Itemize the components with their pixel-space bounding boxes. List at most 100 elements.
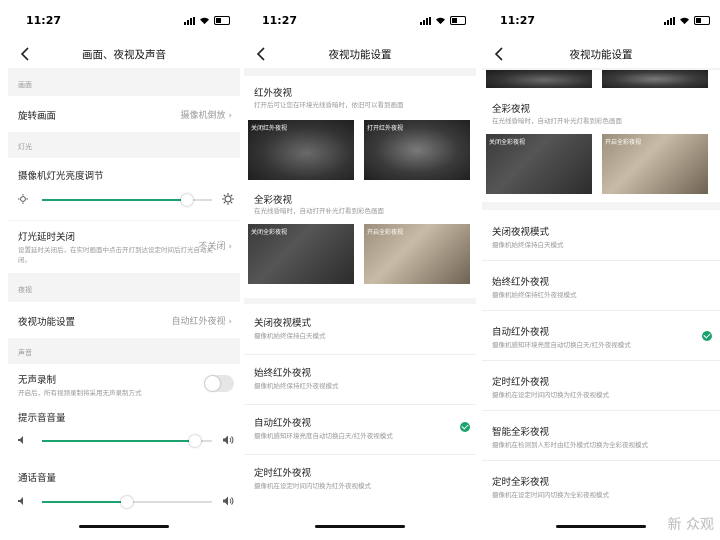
home-indicator (79, 525, 169, 528)
intro-card: 红外夜视 打开后可让您在环境光线昏暗时，依旧可以看到画面 关闭红外夜视 打开红外… (244, 76, 476, 298)
page-title: 夜视功能设置 (328, 49, 392, 61)
section-sound: 声音 (18, 349, 32, 357)
prompt-volume-title: 提示音音量 (18, 413, 66, 424)
prompt-volume-slider[interactable] (42, 435, 212, 447)
ir-on-label: 打开红外夜视 (367, 125, 404, 132)
ir-image-partial (486, 70, 592, 88)
mute-record-toggle[interactable] (204, 375, 234, 392)
prompt-volume-fill (42, 440, 195, 442)
signal-icon (184, 16, 195, 25)
mode-sub: 摄像机在设定时间内切换为红外夜视模式 (492, 391, 609, 399)
call-volume-slider[interactable] (42, 496, 212, 508)
mode-sub: 摄像机始终保持红外夜视模式 (492, 291, 577, 299)
home-indicator (556, 525, 646, 528)
light-delay-row[interactable]: 灯光延时关闭 不关闭 › 设置延时关闭后，在实时画面中点击开灯到达设定时间后灯光… (8, 221, 240, 273)
mute-record-row: 无声录制 开启后，所有视频录制将采用无声录制方式 (8, 364, 240, 404)
nav-bar: 夜视功能设置 (482, 40, 720, 68)
mute-record-sub: 开启后，所有视频录制将采用无声录制方式 (18, 389, 142, 397)
chevron-right-icon: › (228, 242, 232, 252)
chevron-right-icon: › (228, 317, 232, 327)
status-bar: 11:27 (8, 0, 240, 40)
status-icons (664, 16, 710, 25)
section-night: 夜视 (18, 286, 32, 294)
toggle-knob (205, 376, 220, 391)
nav-bar: 夜视功能设置 (244, 40, 476, 68)
mode-sub: 摄像机在检测到人形时由红外模式切换为全彩夜视模式 (492, 441, 648, 449)
section-light: 灯光 (18, 143, 32, 151)
chevron-right-icon: › (228, 111, 232, 121)
color-sub: 在光线昏暗时，自动打开补光灯看到彩色画面 (254, 207, 384, 215)
mode-title: 始终红外夜视 (492, 277, 550, 288)
status-bar: 11:27 (482, 0, 720, 40)
status-time: 11:27 (26, 14, 62, 27)
selected-check-icon (702, 331, 712, 341)
wifi-icon (680, 17, 689, 24)
mode-title: 定时全彩夜视 (492, 477, 550, 488)
night-setting-title: 夜视功能设置 (18, 317, 76, 328)
color-title: 全彩夜视 (492, 104, 531, 115)
status-bar: 11:27 (244, 0, 476, 40)
night-setting-value: 自动红外夜视 › (171, 317, 233, 327)
mode-timed-ir-row[interactable]: 定时红外夜视 摄像机在设定时间内切换为红外夜视模式 (482, 360, 720, 410)
mode-title: 关闭夜视模式 (254, 318, 312, 329)
battery-icon (694, 16, 710, 25)
color-off-label: 关闭全彩夜视 (251, 229, 288, 236)
mode-title: 自动红外夜视 (254, 418, 312, 429)
brightness-low-icon (18, 194, 28, 204)
volume-high-icon (223, 496, 234, 506)
ir-on-image: 打开红外夜视 (364, 120, 470, 180)
mode-auto-ir-row[interactable]: 自动红外夜视 摄像机感知环境亮度自动切换白天/红外夜视模式 (482, 310, 720, 360)
mode-timed-color-row[interactable]: 定时全彩夜视 摄像机在设定时间内切换为全彩夜视模式 (482, 460, 720, 510)
call-volume-fill (42, 501, 127, 503)
mode-always-ir-row[interactable]: 始终红外夜视 摄像机始终保持红外夜视模式 (482, 260, 720, 310)
battery-icon (214, 16, 230, 25)
status-icons (184, 16, 230, 25)
mode-always-ir-row[interactable]: 始终红外夜视 摄像机始终保持红外夜视模式 (244, 354, 476, 404)
signal-icon (664, 16, 675, 25)
page-title: 夜视功能设置 (569, 49, 633, 61)
call-volume-title: 通话音量 (18, 473, 57, 484)
ir-image-partial (602, 70, 708, 88)
rotate-value: 摄像机倒放 › (180, 111, 233, 121)
call-volume-thumb[interactable] (121, 496, 133, 508)
mode-title: 关闭夜视模式 (492, 227, 550, 238)
brightness-high-icon (222, 193, 234, 205)
mode-sub: 摄像机在设定时间内切换为全彩夜视模式 (492, 491, 609, 499)
rotate-row[interactable]: 旋转画面 摄像机倒放 › (8, 96, 240, 132)
ir-off-image: 关闭红外夜视 (248, 120, 354, 180)
mode-auto-ir-row[interactable]: 自动红外夜视 摄像机感知环境亮度自动切换白天/红外夜视模式 (244, 404, 476, 454)
mode-sub: 摄像机始终保持白天模式 (254, 332, 326, 340)
signal-icon (420, 16, 431, 25)
ir-title: 红外夜视 (254, 88, 293, 99)
mode-off-row[interactable]: 关闭夜视模式 摄像机始终保持白天模式 (482, 210, 720, 260)
mode-off-row[interactable]: 关闭夜视模式 摄像机始终保持白天模式 (244, 304, 476, 354)
night-setting-row[interactable]: 夜视功能设置 自动红外夜视 › (8, 302, 240, 338)
intro-card: 全彩夜视 在光线昏暗时，自动打开补光灯看到彩色画面 关闭全彩夜视 开启全彩夜视 (482, 70, 720, 202)
mode-list: 关闭夜视模式 摄像机始终保持白天模式 始终红外夜视 摄像机始终保持红外夜视模式 … (244, 304, 476, 540)
light-delay-title: 灯光延时关闭 (18, 232, 76, 243)
screen-picture-night-sound: 11:27 画面、夜视及声音 画面 旋转画面 摄像机倒放 › 灯光 摄像机灯光亮… (8, 0, 240, 540)
mode-list: 关闭夜视模式 摄像机始终保持白天模式 始终红外夜视 摄像机始终保持红外夜视模式 … (482, 210, 720, 540)
night-vision-settings-2: 11:27 夜视功能设置 全彩夜视 在光线昏暗时，自动打开补光灯看到彩色画面 关… (482, 0, 720, 540)
selected-check-icon (460, 422, 470, 432)
mode-smart-color-row[interactable]: 智能全彩夜视 摄像机在检测到人形时由红外模式切换为全彩夜视模式 (482, 410, 720, 460)
ir-off-label: 关闭红外夜视 (251, 125, 288, 132)
volume-low-icon (18, 436, 23, 444)
volume-high-icon (223, 435, 234, 445)
status-time: 11:27 (262, 14, 298, 27)
brightness-title: 摄像机灯光亮度调节 (18, 171, 104, 182)
color-on-label: 开启全彩夜视 (367, 229, 404, 236)
mode-title: 定时红外夜视 (492, 377, 550, 388)
brightness-slider-thumb[interactable] (180, 194, 193, 206)
prompt-volume-thumb[interactable] (189, 435, 201, 447)
color-off-image: 关闭全彩夜视 (486, 134, 592, 194)
prompt-volume-row: 提示音音量 (8, 404, 240, 458)
brightness-slider[interactable] (42, 194, 212, 206)
color-title: 全彩夜视 (254, 195, 293, 206)
mode-timed-ir-row[interactable]: 定时红外夜视 摄像机在设定时间内切换为红外夜视模式 (244, 454, 476, 504)
brightness-row: 摄像机灯光亮度调节 (8, 158, 240, 220)
wifi-icon (436, 17, 445, 24)
color-off-image: 关闭全彩夜视 (248, 224, 354, 284)
rotate-title: 旋转画面 (18, 111, 57, 122)
color-on-image: 开启全彩夜视 (364, 224, 470, 284)
